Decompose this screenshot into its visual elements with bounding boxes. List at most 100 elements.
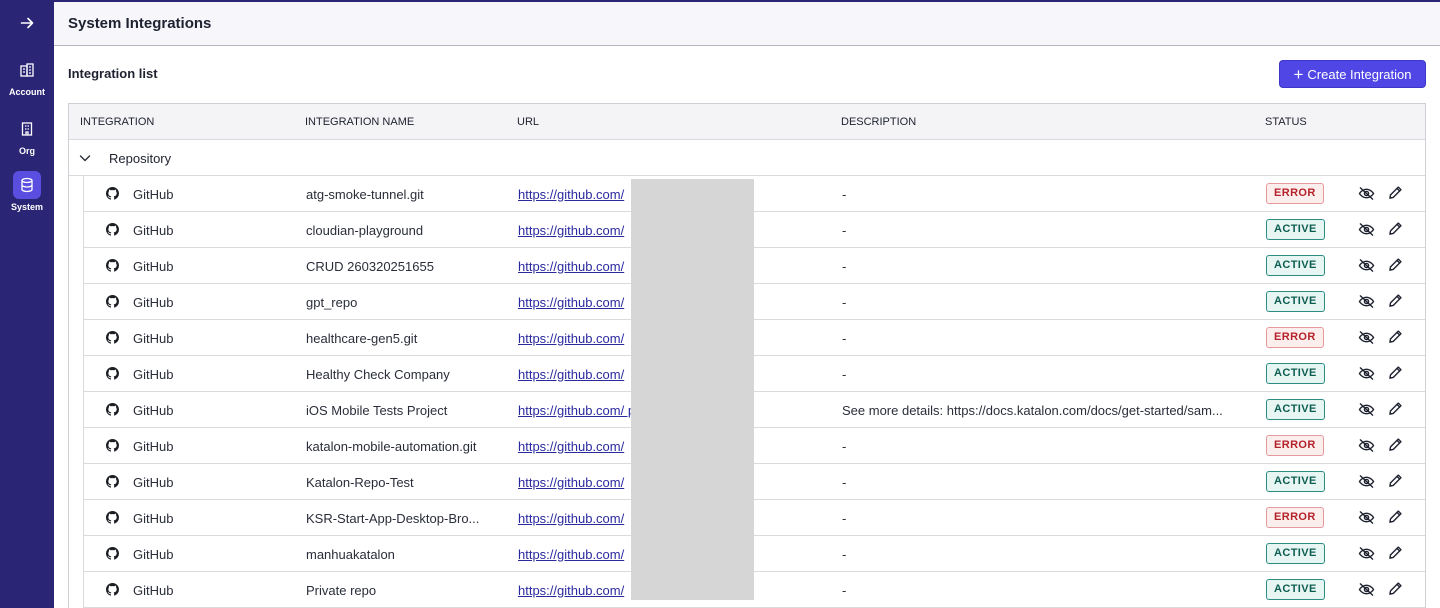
- integration-type: GitHub: [133, 295, 174, 310]
- edit-pencil-icon[interactable]: [1388, 545, 1403, 563]
- github-icon: [106, 439, 119, 455]
- status-badge: ACTIVE: [1266, 291, 1325, 312]
- edit-pencil-icon[interactable]: [1388, 437, 1403, 455]
- integration-name: healthcare-gen5.git: [306, 331, 418, 346]
- integration-name: gpt_repo: [306, 295, 358, 310]
- eye-off-icon[interactable]: [1358, 330, 1375, 348]
- status-badge: ACTIVE: [1266, 219, 1325, 240]
- edit-pencil-icon[interactable]: [1388, 185, 1403, 203]
- edit-pencil-icon[interactable]: [1388, 257, 1403, 275]
- integration-description: -: [842, 259, 847, 274]
- github-icon: [106, 331, 119, 347]
- integration-type: GitHub: [133, 259, 174, 274]
- integration-name: CRUD 260320251655: [306, 259, 434, 274]
- status-badge: ACTIVE: [1266, 543, 1325, 564]
- status-badge: ACTIVE: [1266, 363, 1325, 384]
- integration-type: GitHub: [133, 367, 174, 382]
- edit-pencil-icon[interactable]: [1388, 293, 1403, 311]
- column-header-integration: INTEGRATION: [80, 116, 155, 128]
- eye-off-icon[interactable]: [1358, 222, 1375, 240]
- github-icon: [106, 187, 119, 203]
- integration-url-link[interactable]: https://github.com/: [518, 331, 624, 346]
- create-integration-button[interactable]: + Create Integration: [1279, 60, 1426, 88]
- redacted-area: [631, 179, 754, 600]
- integration-type: GitHub: [133, 475, 174, 490]
- eye-off-icon[interactable]: [1358, 474, 1375, 492]
- eye-off-icon[interactable]: [1358, 582, 1375, 600]
- table-row: GitHub Katalon-Repo-Test https://github.co…: [83, 464, 1425, 500]
- integration-description: -: [842, 367, 847, 382]
- sidebar-item-account[interactable]: Account: [0, 56, 54, 97]
- edit-pencil-icon[interactable]: [1388, 401, 1403, 419]
- group-row-repository[interactable]: Repository: [69, 140, 1425, 176]
- table-row: GitHub Private repo https://github.com/ - AC…: [83, 572, 1425, 608]
- edit-pencil-icon[interactable]: [1388, 329, 1403, 347]
- table-row: GitHub manhuakatalon https://github.com/ - A…: [83, 536, 1425, 572]
- integration-url-link[interactable]: https://github.com/: [518, 583, 624, 598]
- eye-off-icon[interactable]: [1358, 294, 1375, 312]
- integration-url-link[interactable]: https://github.com/: [518, 295, 624, 310]
- eye-off-icon[interactable]: [1358, 438, 1375, 456]
- integration-name: cloudian-playground: [306, 223, 424, 238]
- table-header: INTEGRATION INTEGRATION NAME URL DESCRIP…: [69, 104, 1425, 140]
- integration-description: -: [842, 511, 847, 526]
- table-row: GitHub katalon-mobile-automation.git https…: [83, 428, 1425, 464]
- integration-description: See more details: https://docs.katalon.c…: [842, 403, 1223, 418]
- github-icon: [106, 367, 119, 383]
- eye-off-icon[interactable]: [1358, 546, 1375, 564]
- integration-url-link[interactable]: https://github.com/: [518, 475, 624, 490]
- eye-off-icon[interactable]: [1358, 366, 1375, 384]
- eye-off-icon[interactable]: [1358, 402, 1375, 420]
- github-icon: [106, 295, 119, 311]
- integration-type: GitHub: [133, 223, 174, 238]
- integration-name: katalon-mobile-automation.git: [306, 439, 477, 454]
- edit-pencil-icon[interactable]: [1388, 473, 1403, 491]
- sidebar-item-label: Account: [9, 87, 45, 97]
- integration-url-link[interactable]: https://github.com/: [518, 223, 624, 238]
- sidebar-item-org[interactable]: Org: [0, 115, 54, 156]
- integration-url-link[interactable]: https://github.com/: [518, 187, 624, 202]
- integration-url-link[interactable]: https://github.com/: [518, 511, 624, 526]
- edit-pencil-icon[interactable]: [1388, 221, 1403, 239]
- table-row: GitHub healthcare-gen5.git https://github.…: [83, 320, 1425, 356]
- sidebar-item-system[interactable]: System: [0, 171, 54, 212]
- page-title: System Integrations: [68, 15, 212, 32]
- integration-description: -: [842, 475, 847, 490]
- section-title: Integration list: [68, 66, 158, 81]
- column-header-url: URL: [517, 116, 540, 128]
- database-icon: [13, 171, 41, 199]
- github-icon: [106, 403, 119, 419]
- eye-off-icon[interactable]: [1358, 510, 1375, 528]
- integration-url-link[interactable]: https://github.com/: [518, 439, 624, 454]
- eye-off-icon[interactable]: [1358, 258, 1375, 276]
- integration-name: manhuakatalon: [306, 547, 395, 562]
- integration-type: GitHub: [133, 439, 174, 454]
- edit-pencil-icon[interactable]: [1388, 581, 1403, 599]
- column-header-status: STATUS: [1265, 116, 1307, 128]
- edit-pencil-icon[interactable]: [1388, 509, 1403, 527]
- integration-description: -: [842, 331, 847, 346]
- column-header-integration-name: INTEGRATION NAME: [305, 116, 415, 128]
- github-icon: [106, 547, 119, 563]
- integration-type: GitHub: [133, 511, 174, 526]
- github-icon: [106, 511, 119, 527]
- status-badge: ACTIVE: [1266, 255, 1325, 276]
- integration-url-link[interactable]: https://github.com/: [518, 547, 624, 562]
- status-badge: ERROR: [1266, 327, 1324, 348]
- integration-url-link[interactable]: https://github.com/: [518, 367, 624, 382]
- edit-pencil-icon[interactable]: [1388, 365, 1403, 383]
- integration-name: iOS Mobile Tests Project: [306, 403, 448, 418]
- expand-sidebar-button[interactable]: [0, 0, 54, 46]
- integration-type: GitHub: [133, 331, 174, 346]
- status-badge: ACTIVE: [1266, 471, 1325, 492]
- plus-icon: +: [1293, 64, 1304, 84]
- integration-name: Private repo: [306, 583, 377, 598]
- org-icon: [13, 115, 41, 143]
- integration-description: -: [842, 583, 847, 598]
- eye-off-icon[interactable]: [1358, 186, 1375, 204]
- integration-description: -: [842, 295, 847, 310]
- chevron-down-icon[interactable]: [79, 152, 91, 164]
- integration-url-link[interactable]: https://github.com/: [518, 259, 624, 274]
- integration-type: GitHub: [133, 403, 174, 418]
- integration-name: Katalon-Repo-Test: [306, 475, 414, 490]
